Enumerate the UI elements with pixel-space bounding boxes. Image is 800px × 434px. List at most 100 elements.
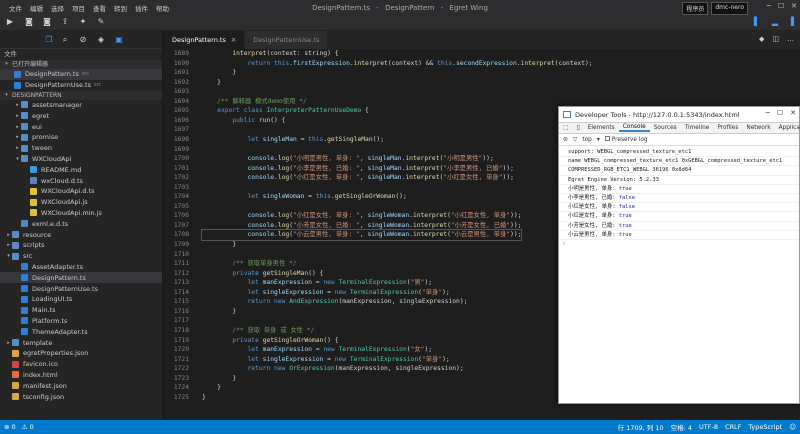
menu-item[interactable]: 选择 (47, 3, 68, 13)
folder-item[interactable]: ▸ eui (0, 121, 162, 132)
run-icon[interactable]: ▶ (5, 17, 15, 27)
save-all-icon[interactable]: ◙ (42, 17, 52, 27)
wand-icon[interactable]: ✎ (96, 17, 106, 27)
folder-item[interactable]: ▸ template (0, 337, 162, 348)
devtools-tab-console[interactable]: Console (618, 124, 650, 132)
folder-item[interactable]: ▸ promise (0, 132, 162, 143)
code-token: = (311, 279, 324, 287)
layout-left-icon[interactable]: ▌ (752, 17, 762, 27)
file-item[interactable]: README.md (0, 164, 162, 175)
folder-item[interactable]: ▸ egret (0, 110, 162, 121)
file-item[interactable]: favicon.ico (0, 359, 162, 370)
errors-indicator[interactable]: ⊗ 0 (4, 423, 16, 431)
layout-right-icon[interactable]: ▐ (786, 17, 796, 27)
close-icon[interactable]: ✕ (791, 2, 797, 10)
open-editor-item[interactable]: DesignPattern.ts src (0, 69, 162, 80)
file-item[interactable]: AssetAdapter.ts (0, 262, 162, 273)
clear-console-icon[interactable]: ⊘ (563, 137, 568, 143)
user-account-button[interactable]: dmc-nero (711, 2, 748, 15)
device-toggle-icon[interactable]: ▯ (572, 125, 583, 131)
file-item[interactable]: index.html (0, 370, 162, 381)
end-of-line[interactable]: CRLF (725, 423, 741, 431)
folder-item[interactable]: ▾ src (0, 251, 162, 262)
editor-tab[interactable]: DesignPatternUse.ts (245, 31, 329, 49)
smiley-icon[interactable]: ☺ (789, 423, 796, 431)
title-sep: - (376, 3, 379, 12)
console-prompt[interactable]: › (559, 240, 799, 249)
file-item[interactable]: exml.e.d.ts (0, 218, 162, 229)
open-editor-item[interactable]: DesignPatternUse.ts src (0, 80, 162, 91)
folder-item[interactable]: ▸ tween (0, 143, 162, 154)
menu-item[interactable]: 转到 (110, 3, 131, 13)
close-tab-icon[interactable]: ✕ (231, 36, 236, 44)
save-icon[interactable]: ◙ (24, 17, 34, 27)
file-item[interactable]: wxCloud.d.ts (0, 175, 162, 186)
project-header[interactable]: ▾ DESIGNPATTERN (0, 90, 162, 100)
menu-item[interactable]: 插件 (131, 3, 152, 13)
folder-item[interactable]: ▸ scripts (0, 240, 162, 251)
devtools-tab-network[interactable]: Network (742, 125, 774, 131)
indentation[interactable]: 空格: 4 (671, 422, 692, 432)
debug-icon[interactable]: ✦ (78, 17, 88, 27)
folder-item[interactable]: ▸ assetsmanager (0, 100, 162, 111)
file-item[interactable]: egretProperties.json (0, 348, 162, 359)
search-icon[interactable]: ⌕ (60, 35, 70, 45)
extensions-icon[interactable]: ▣ (114, 35, 124, 45)
role-dropdown[interactable]: 程序员 (682, 2, 709, 15)
file-item[interactable]: DesignPattern.ts (0, 272, 162, 284)
minimize-icon[interactable]: ─ (766, 109, 770, 117)
encoding[interactable]: UTF-8 (699, 423, 718, 431)
file-item[interactable]: Platform.ts (0, 316, 162, 327)
minimize-icon[interactable]: ─ (767, 2, 771, 10)
warnings-indicator[interactable]: ⚠ 0 (22, 423, 34, 431)
folder-item[interactable]: ▸ resource (0, 229, 162, 240)
explorer-icon[interactable]: ❐ (44, 35, 54, 45)
language-mode[interactable]: TypeScript (748, 423, 782, 431)
editor-tab[interactable]: DesignPattern.ts ✕ (164, 31, 246, 49)
js-icon (30, 209, 37, 217)
open-preview-icon[interactable]: ◆ (759, 35, 764, 43)
chevron-down-icon[interactable]: ▾ (597, 137, 600, 143)
file-item[interactable]: ThemeAdapter.ts (0, 326, 162, 337)
code-text: /** 解释器 模式demo使用 */ (202, 97, 307, 107)
menu-item[interactable]: 项目 (68, 3, 89, 13)
devtools-tab-sources[interactable]: Sources (650, 125, 681, 131)
more-icon[interactable]: … (787, 35, 794, 43)
inspect-icon[interactable]: ⬚ (559, 125, 572, 131)
git-icon[interactable]: ⊘ (78, 35, 88, 45)
file-item[interactable]: Main.ts (0, 305, 162, 316)
debug-panel-icon[interactable]: ◈ (96, 35, 106, 45)
menu-item[interactable]: 帮助 (152, 3, 173, 13)
cursor-position[interactable]: 行 1709, 列 10 (618, 422, 664, 432)
menu-item[interactable]: 编辑 (26, 3, 47, 13)
code-token: new (323, 279, 335, 287)
file-item[interactable]: DesignPatternUse.ts (0, 283, 162, 294)
split-editor-icon[interactable]: ◫ (772, 35, 779, 43)
file-item[interactable]: WXCloudApi.min.js (0, 208, 162, 219)
preserve-log-checkbox[interactable]: Preserve log (604, 136, 648, 143)
file-item[interactable]: WXCloudApi.d.ts (0, 186, 162, 197)
devtools-tab-timeline[interactable]: Timeline (681, 125, 714, 131)
menu-item[interactable]: 文件 (5, 3, 26, 13)
devtools-tab-elements[interactable]: Elements (584, 125, 619, 131)
menu-item[interactable]: 查看 (89, 3, 110, 13)
publish-icon[interactable]: ⇪ (60, 17, 70, 27)
file-item[interactable]: manifest.json (0, 380, 162, 391)
file-item[interactable]: tsconfig.json (0, 391, 162, 402)
open-editors-header[interactable]: ▾ 已打开编辑器 (0, 60, 162, 69)
maximize-icon[interactable]: ☐ (778, 2, 784, 10)
folder-item[interactable]: ▾ WXCloudApi (0, 154, 162, 165)
file-item[interactable]: WXCloudApi.js (0, 197, 162, 208)
line-number: 1700 (173, 155, 189, 163)
context-select[interactable]: top (582, 137, 592, 143)
close-icon[interactable]: ✕ (790, 109, 796, 117)
devtools-tab-application[interactable]: Application (775, 125, 800, 131)
line-number: 1705 (173, 202, 189, 210)
filter-icon[interactable]: ▽ (573, 137, 577, 143)
devtools-tab-profiles[interactable]: Profiles (713, 125, 742, 131)
layout-panel-icon[interactable]: ▂ (770, 17, 780, 27)
line-number: 1689 (173, 50, 189, 57)
file-item[interactable]: LoadingUI.ts (0, 294, 162, 305)
maximize-icon[interactable]: ☐ (777, 109, 783, 117)
